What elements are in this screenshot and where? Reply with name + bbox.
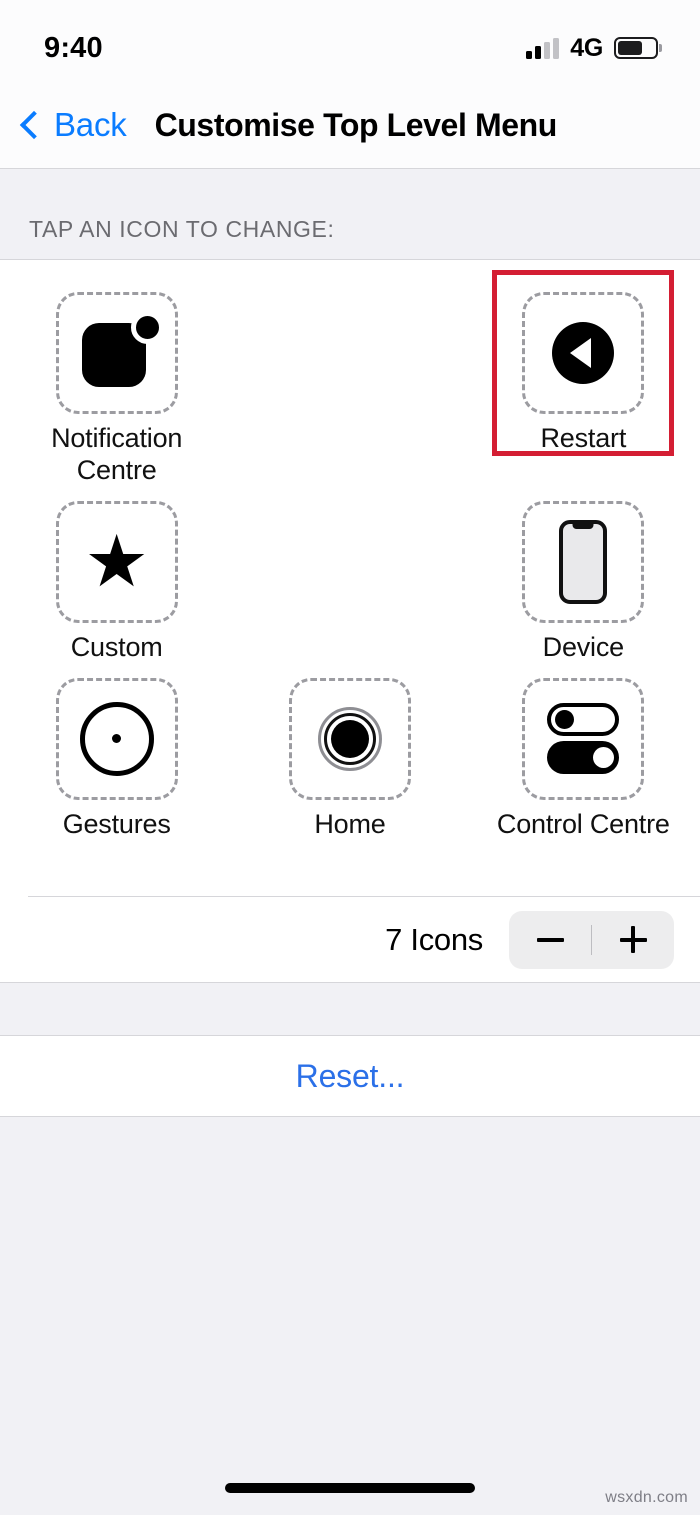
navigation-bar: Back Customise Top Level Menu xyxy=(0,82,700,169)
status-time: 9:40 xyxy=(44,31,103,64)
icon-count-row: 7 Icons xyxy=(0,897,700,984)
network-type-label: 4G xyxy=(570,33,603,62)
star-icon: ★ xyxy=(84,521,149,602)
control-centre-icon xyxy=(547,703,620,775)
icon-slot xyxy=(522,500,645,623)
gestures-dot-glyph xyxy=(112,734,122,744)
home-inner-ring xyxy=(323,712,376,765)
device-notch-glyph xyxy=(572,522,594,529)
icon-cell-notification-centre[interactable]: Notification Centre xyxy=(0,282,233,491)
icon-cell-label: Home xyxy=(314,808,386,839)
icon-cell-label: Custom xyxy=(70,631,163,662)
icon-grid-row: Gestures Home Control Centre xyxy=(0,668,700,845)
icon-count-label: 7 Icons xyxy=(385,921,483,957)
battery-icon xyxy=(614,37,658,59)
icon-slot: ★ xyxy=(55,500,178,623)
home-core-glyph xyxy=(330,719,369,758)
icon-cell-gestures[interactable]: Gestures xyxy=(0,668,233,845)
footer-area: wsxdn.com xyxy=(0,1117,700,1515)
icon-slot xyxy=(522,677,645,800)
watermark: wsxdn.com xyxy=(605,1489,688,1506)
restart-icon xyxy=(552,322,615,384)
minus-icon xyxy=(536,937,564,942)
icon-cell-label: Control Centre xyxy=(496,808,670,839)
notification-centre-icon xyxy=(81,311,164,387)
icon-cell-control-centre[interactable]: Control Centre xyxy=(467,668,700,845)
home-button-icon xyxy=(317,706,382,771)
icon-slot xyxy=(288,677,411,800)
screen-root: 9:40 4G Back Customise Top Level Menu TA… xyxy=(0,0,700,1515)
icon-cell-restart[interactable]: Restart xyxy=(467,270,700,491)
icon-cell-custom[interactable]: ★ Custom xyxy=(0,491,233,668)
icon-count-section: 7 Icons xyxy=(0,896,700,984)
back-button[interactable]: Back xyxy=(14,106,127,144)
section-header: TAP AN ICON TO CHANGE: xyxy=(0,169,700,259)
icon-cell-label: Device xyxy=(542,631,625,662)
cellular-signal-icon xyxy=(526,37,560,59)
gestures-icon xyxy=(79,701,154,776)
back-button-label: Back xyxy=(54,106,127,143)
restart-triangle-glyph xyxy=(570,338,592,368)
icon-grid-row: Notification Centre Restart xyxy=(0,270,700,491)
reset-button[interactable]: Reset... xyxy=(0,1035,700,1118)
toggle-on-glyph xyxy=(547,741,620,775)
icon-grid-row: ★ Custom Device xyxy=(0,491,700,668)
icon-slot xyxy=(55,677,178,800)
plus-icon xyxy=(619,926,647,954)
toggle-off-glyph xyxy=(547,703,620,737)
icon-grid: Notification Centre Restart ★ Custom Dev… xyxy=(0,259,700,897)
icon-slot xyxy=(55,292,178,414)
icon-slot xyxy=(522,292,645,414)
notification-badge-icon xyxy=(130,311,164,344)
stepper-increment-button[interactable] xyxy=(592,911,674,969)
stepper-decrement-button[interactable] xyxy=(509,911,591,969)
icon-cell-label: Gestures xyxy=(62,808,171,839)
toggle-knob xyxy=(593,747,615,769)
toggle-knob xyxy=(555,710,575,730)
device-icon xyxy=(559,519,608,604)
icon-cell-label: Restart xyxy=(540,423,627,453)
status-bar: 9:40 4G xyxy=(0,0,700,82)
home-indicator[interactable] xyxy=(225,1483,475,1493)
status-indicators: 4G xyxy=(526,20,658,63)
page-title: Customise Top Level Menu xyxy=(154,106,558,143)
quantity-stepper[interactable] xyxy=(509,910,674,969)
icon-cell-label: Notification Centre xyxy=(51,423,183,485)
icon-cell-home[interactable]: Home xyxy=(233,668,466,845)
battery-fill xyxy=(618,41,642,55)
section-gap xyxy=(0,983,700,1036)
chevron-left-icon xyxy=(19,110,49,140)
icon-cell-device[interactable]: Device xyxy=(467,491,700,668)
section-header-label: TAP AN ICON TO CHANGE: xyxy=(29,216,335,242)
reset-button-label: Reset... xyxy=(295,1057,405,1094)
